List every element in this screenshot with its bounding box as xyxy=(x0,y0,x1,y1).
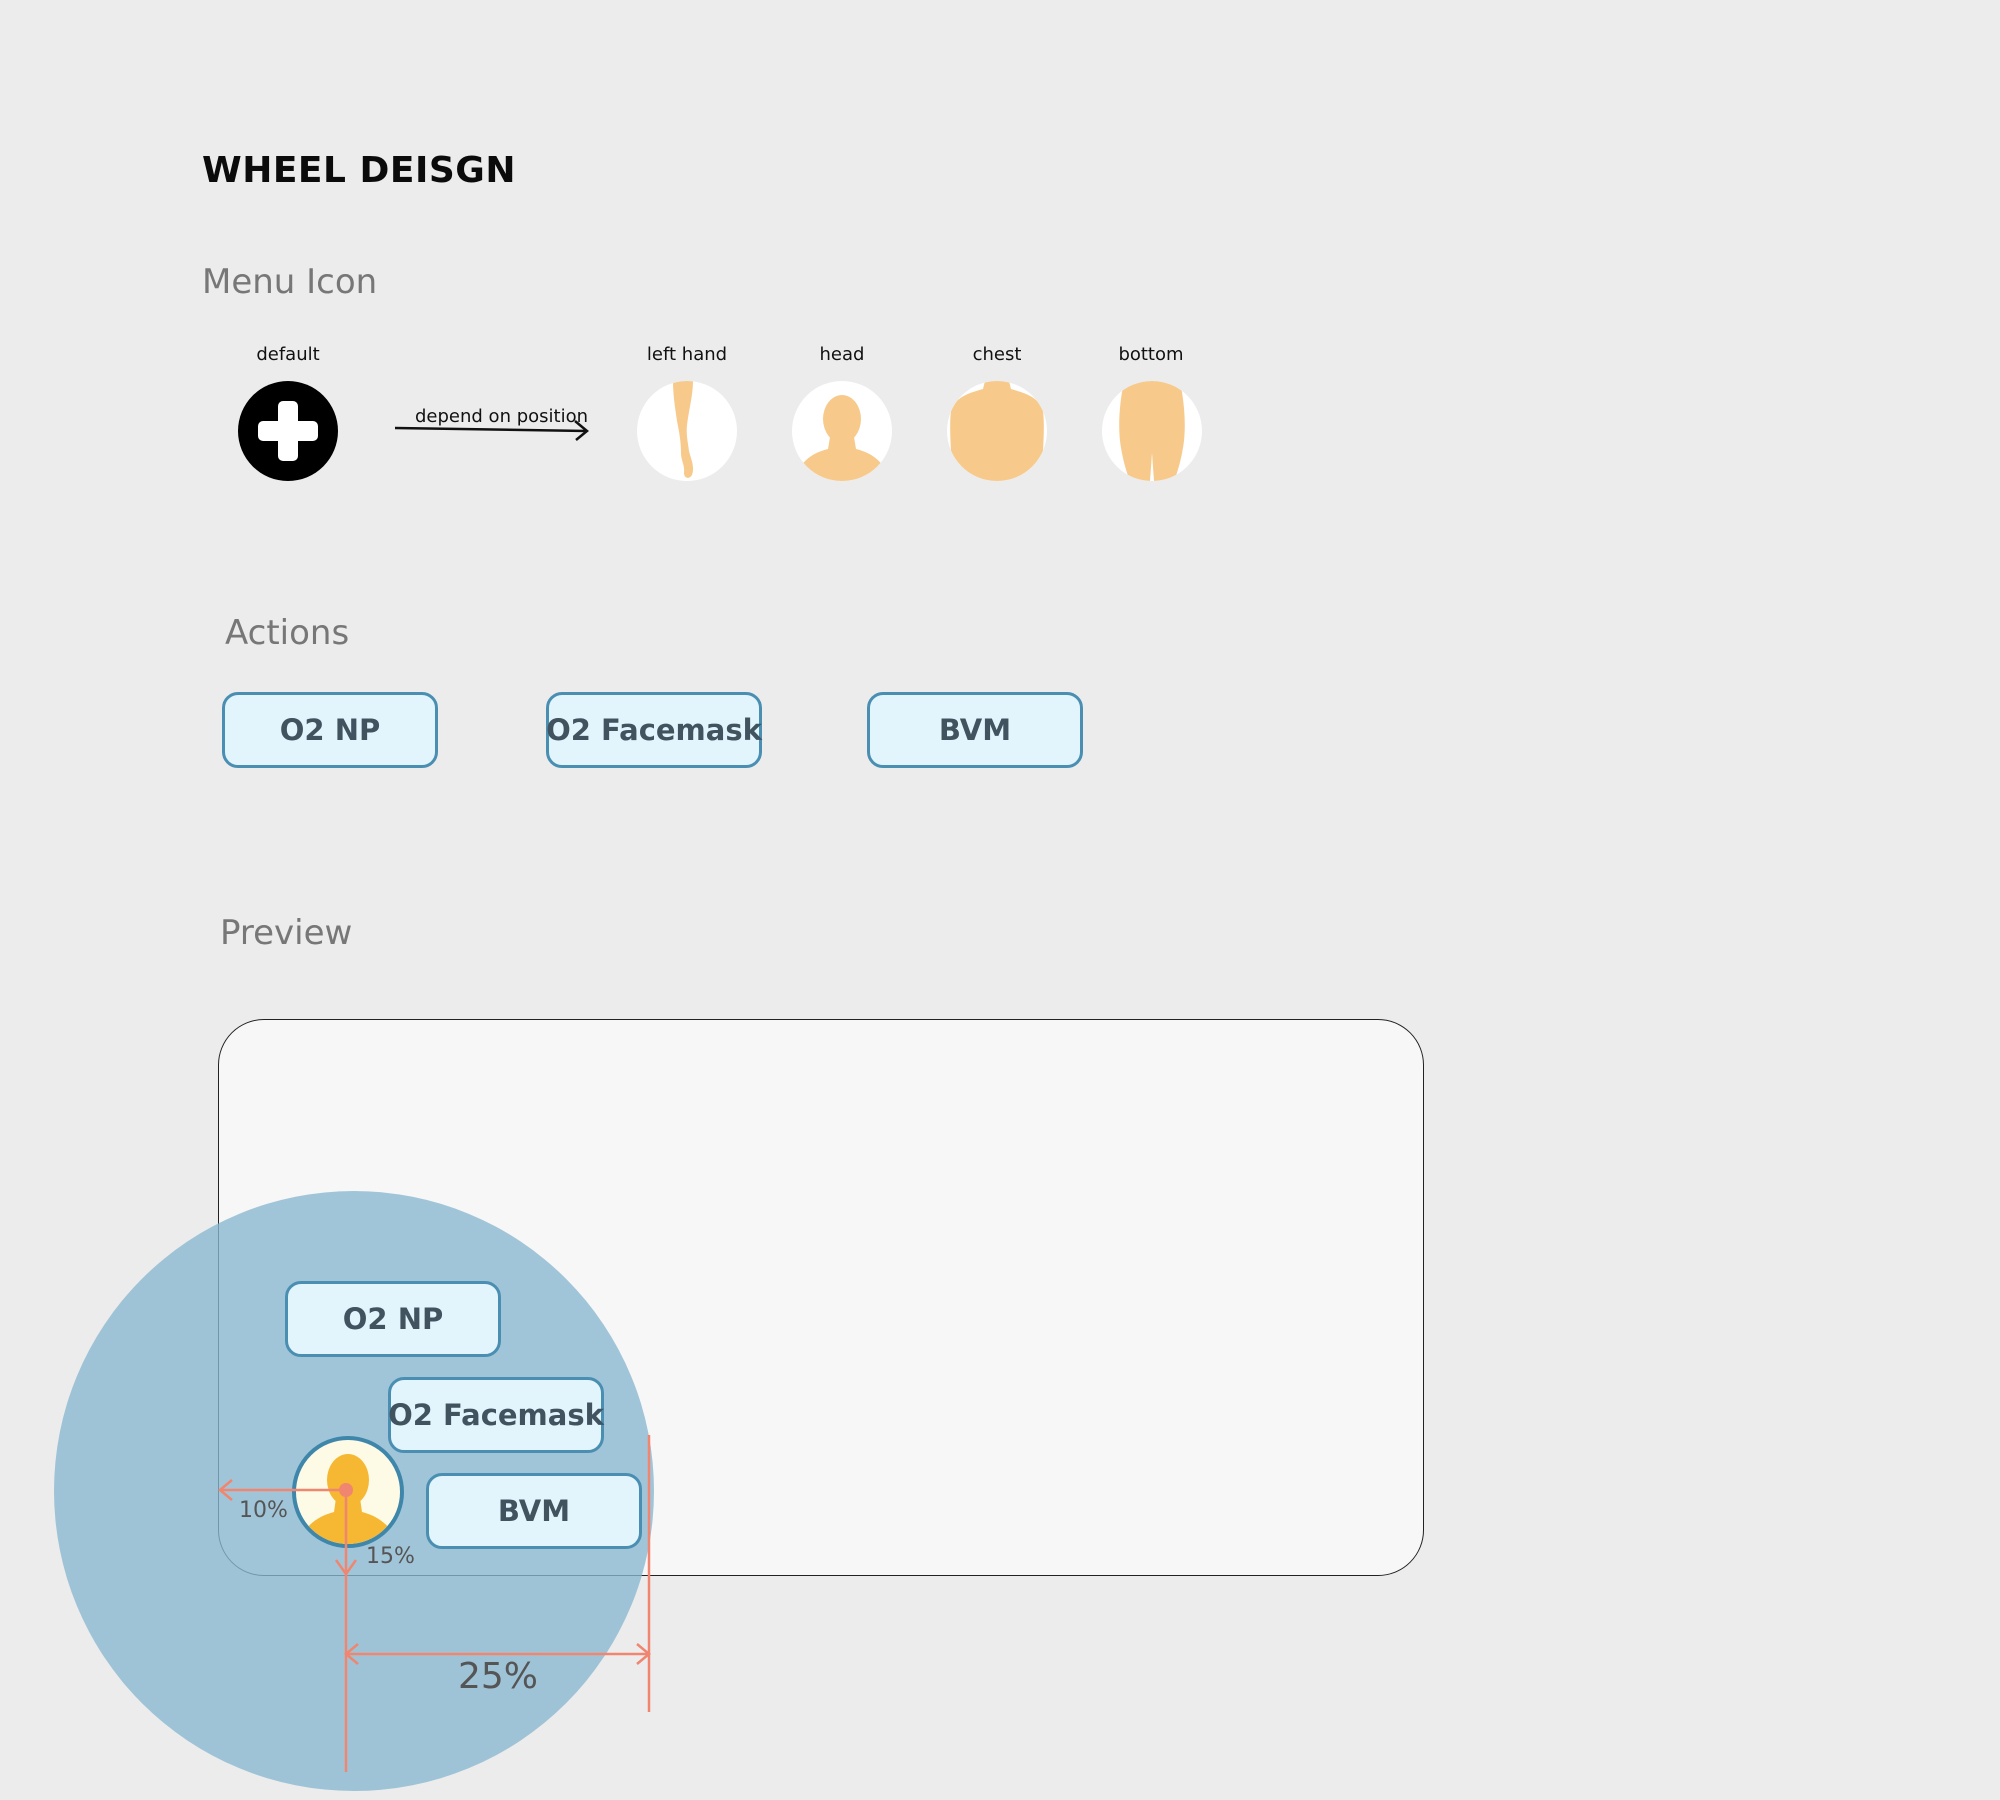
bottom-offset-label: 15% xyxy=(366,1544,415,1569)
measurement-overlay xyxy=(218,1435,651,1772)
left-offset-label: 10% xyxy=(239,1498,288,1523)
radius-label: 25% xyxy=(458,1656,539,1697)
